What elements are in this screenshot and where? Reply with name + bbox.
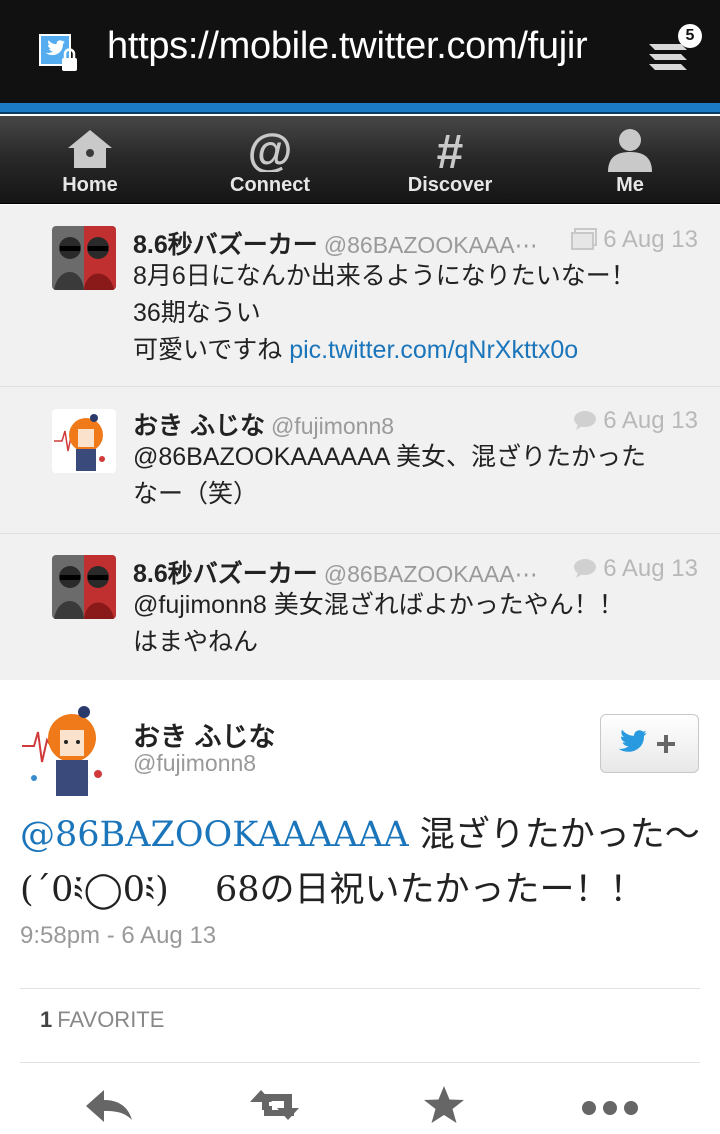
retweet-icon[interactable] [248,1080,308,1130]
nav-connect-label: Connect [230,174,310,196]
main-avatar[interactable] [20,700,116,796]
tweet-meta: 6 Aug 13 [573,407,698,435]
conversation-list: 8.6秒バズーカー @86BAZOOKAAA⋯ 6 Aug 13 8月6日になんか… [0,205,720,680]
nav-me[interactable]: Me [540,116,720,204]
tweet-date: 6 Aug 13 [603,407,698,434]
tweet-text-line: @86BAZOOKAAAAAA 美女、混ざりたかった [133,443,646,471]
url-text[interactable]: https://mobile.twitter.com/fujir [107,25,607,68]
conversation-tweet[interactable]: おき ふじな @fujimonn8 6 Aug 13 @86BAZOOKAAAAA… [0,387,720,534]
tweet-date: 6 Aug 13 [603,555,698,582]
tweet-text-line: 混ざりたかった〜 [408,815,700,855]
tweet-author[interactable]: おき ふじな @fujimonn8 [133,406,394,442]
author-handle: @86BAZOOKAAA⋯ [323,561,538,587]
browser-url-bar[interactable]: https://mobile.twitter.com/fujir 5 [0,0,720,103]
tweet-text-line: (´0༴◯0༴) 68の日祝いたかったー！！ [20,870,645,910]
main-author-name[interactable]: おき ふじな [133,715,276,754]
avatar-fujina-icon [52,409,116,473]
author-handle: @86BAZOOKAAA⋯ [323,232,538,258]
tweet-meta: 6 Aug 13 [573,555,698,583]
reply-bubble-icon [574,411,597,430]
tweet-text-line: 可愛いですね [133,336,290,364]
tweet-mention[interactable]: @86BAZOOKAAAAAA [20,815,409,855]
reply-icon[interactable] [78,1080,138,1130]
tweet-timestamp[interactable]: 9:58pm - 6 Aug 13 [20,922,216,950]
main-tweet-text: @86BAZOOKAAAAAA 混ざりたかった〜 (´0༴◯0༴) 68の日祝い… [20,808,710,918]
nav-home[interactable]: Home [0,116,180,204]
tweet-text: 8月6日になんか出来るようになりたいなー！ 36期なうい 可愛いですね pic.… [133,258,703,369]
tweet-author[interactable]: 8.6秒バズーカー @86BAZOOKAAA⋯ [133,554,538,590]
tweet-meta: 6 Aug 13 [571,226,698,254]
nav-discover[interactable]: # Discover [360,116,540,204]
browser-accent-bar [0,103,720,114]
more-options-icon[interactable] [580,1080,640,1130]
twitter-nav-bar: Home @ Connect # Discover Me [0,116,720,204]
conversation-tweet[interactable]: 8.6秒バズーカー @86BAZOOKAAA⋯ 6 Aug 13 8月6日になんか… [0,205,720,387]
author-handle: @fujimonn8 [270,413,395,439]
tweet-text: @86BAZOOKAAAAAA 美女、混ざりたかった なー（笑） [133,439,703,513]
nav-home-label: Home [62,174,118,196]
divider [20,988,700,989]
tweet-text-line: 8月6日になんか出来るようになりたいなー！ [133,262,636,290]
avatar-fujina-icon [20,700,116,796]
main-author-handle[interactable]: @fujimonn8 [133,750,256,777]
hashtag-icon: # [437,126,464,172]
avatar-86-bazooka-icon [52,226,116,290]
svg-text:#: # [437,126,464,172]
avatar[interactable] [52,409,116,473]
tab-count-badge: 5 [678,24,702,48]
tweet-text-line: 36期なうい [133,299,261,327]
tweet-date: 6 Aug 13 [603,226,698,253]
tweet-author[interactable]: 8.6秒バズーカー @86BAZOOKAAA⋯ [133,225,538,261]
conversation-tweet[interactable]: 8.6秒バズーカー @86BAZOOKAAA⋯ 6 Aug 13 @fujimon… [0,534,720,680]
favorite-count-number: 1 [40,1007,53,1032]
tweet-text-line: @fujimonn8 美女混ざればよかったやん！！ [133,591,624,619]
divider [20,1062,700,1063]
photo-icon [571,228,598,250]
at-sign-icon: @ [248,126,293,172]
author-name: 8.6秒バズーカー [133,231,318,259]
tweet-text-line: なー（笑） [133,480,259,508]
nav-discover-label: Discover [407,174,493,196]
svg-text:@: @ [248,126,293,172]
favorite-count-label: FAVORITE [57,1007,165,1032]
avatar-86-bazooka-icon [52,555,116,619]
twitter-favicon-lock-icon [39,34,77,71]
nav-me-label: Me [616,174,644,196]
tweet-text: @fujimonn8 美女混ざればよかったやん！！ はまやねん [133,587,703,661]
main-tweet: おき ふじな @fujimonn8 @86BAZOOKAAAAAA 混ざりたかっ… [0,680,720,1134]
favorite-star-icon[interactable] [414,1080,474,1130]
favorite-count[interactable]: 1 FAVORITE [40,1007,164,1033]
tweet-text-line: はまやねん [133,628,259,656]
author-name: 8.6秒バズーカー [133,560,318,588]
reply-bubble-icon [574,559,597,578]
avatar[interactable] [52,226,116,290]
home-icon [68,130,112,168]
follow-button[interactable] [600,714,699,773]
person-icon [608,129,652,172]
avatar[interactable] [52,555,116,619]
nav-connect[interactable]: @ Connect [180,116,360,204]
twitter-bird-plus-icon [618,729,675,753]
author-name: おき ふじな [133,412,265,440]
tweet-link[interactable]: pic.twitter.com/qNrXkttx0o [289,336,578,364]
